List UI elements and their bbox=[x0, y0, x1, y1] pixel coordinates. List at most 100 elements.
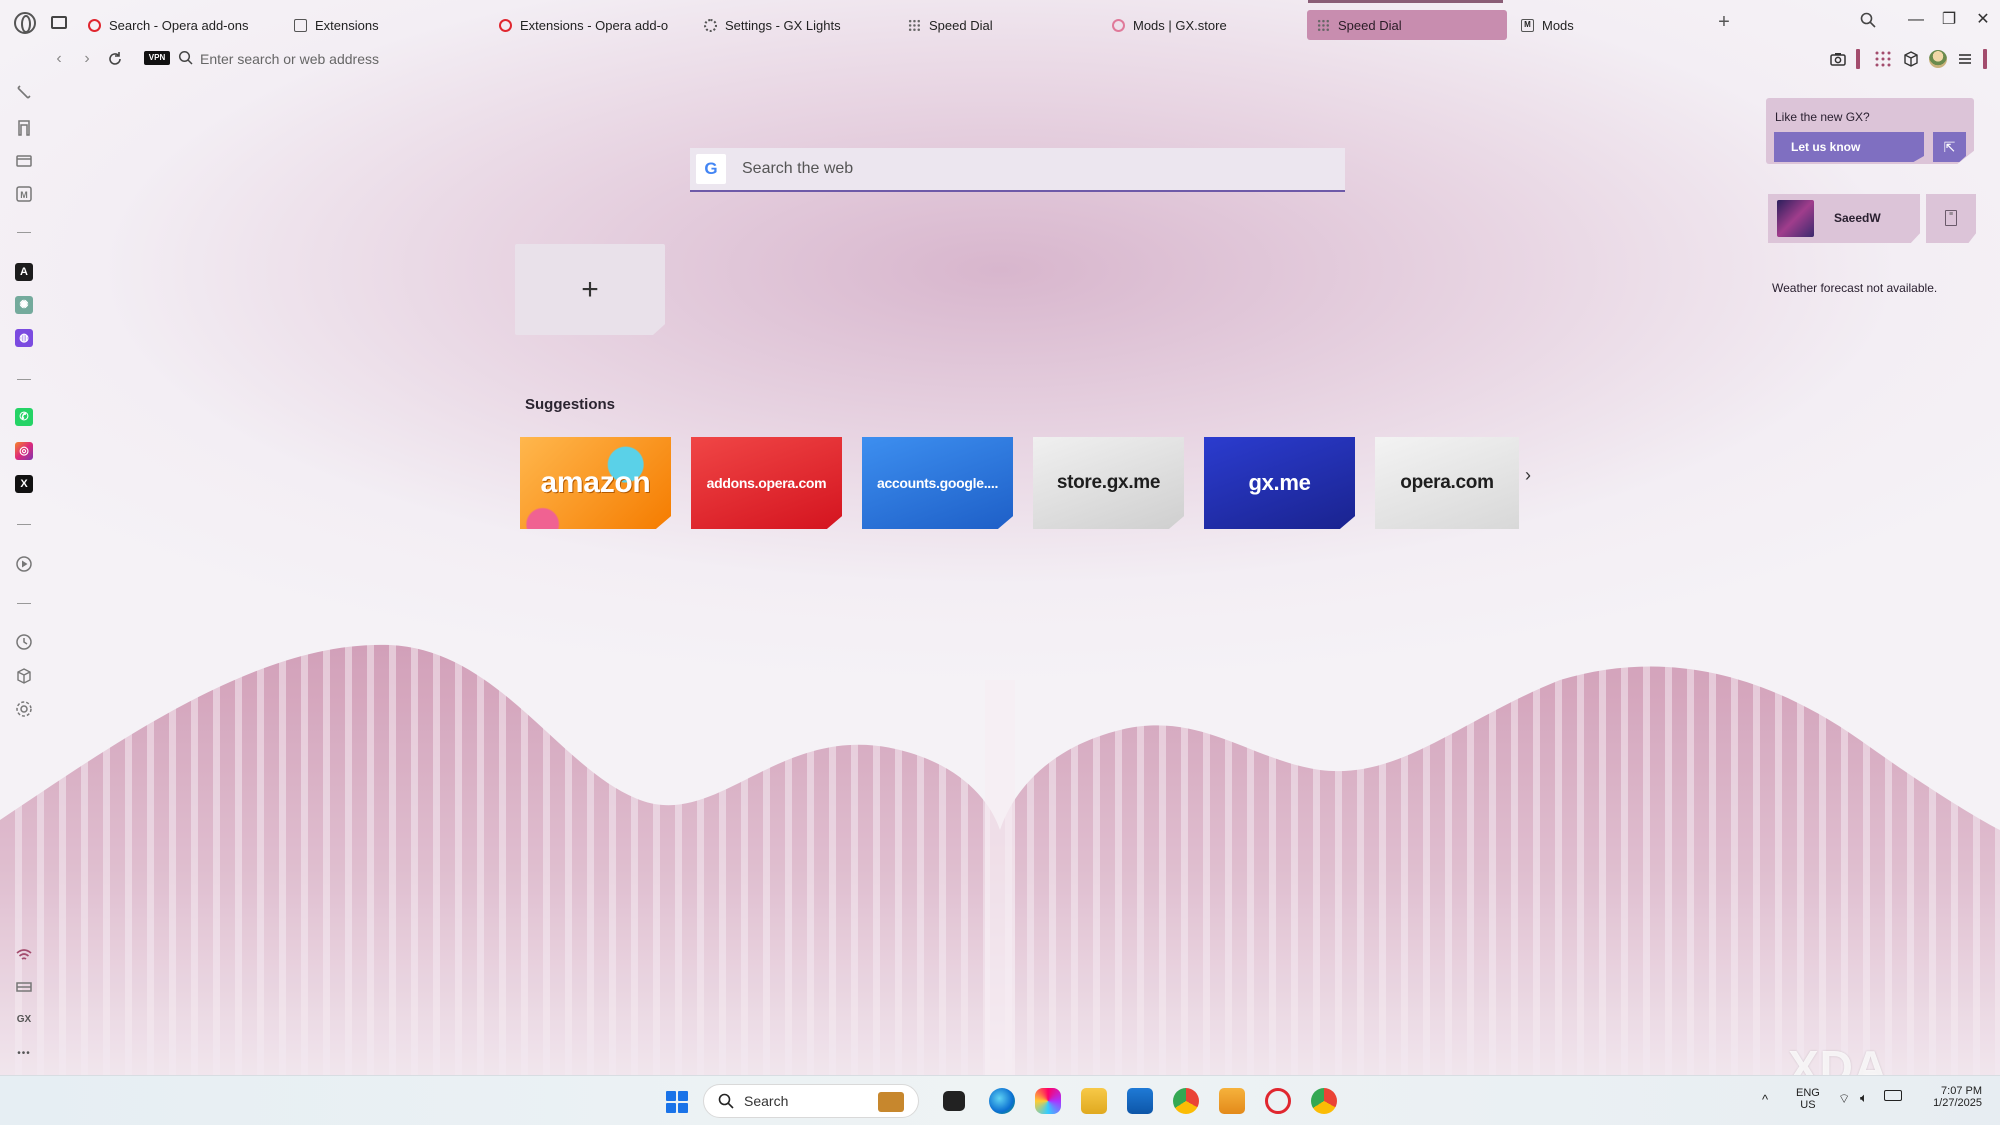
more-options-button[interactable]: ••• bbox=[14, 1043, 34, 1063]
suggestion-accounts-google[interactable]: accounts.google.... bbox=[862, 437, 1013, 529]
suggestions-next-chevron-icon[interactable]: › bbox=[1520, 465, 1536, 485]
media-player-icon[interactable] bbox=[1219, 1088, 1245, 1114]
suggestion-gx-me[interactable]: gx.me bbox=[1204, 437, 1355, 529]
tab-mods-gx-store[interactable]: Mods | GX.store bbox=[1112, 14, 1227, 36]
opera-gx-logo-icon[interactable] bbox=[14, 12, 36, 34]
tab-label: Extensions - Opera add-o bbox=[520, 17, 669, 33]
forward-button[interactable]: › bbox=[78, 50, 96, 68]
suggestion-addons-opera[interactable]: addons.opera.com bbox=[691, 437, 842, 529]
tab-search-opera-addons[interactable]: Search - Opera add-ons bbox=[88, 14, 248, 36]
address-input[interactable] bbox=[200, 48, 800, 70]
suggestion-label: addons.opera.com bbox=[706, 475, 827, 491]
edge-icon[interactable] bbox=[989, 1088, 1015, 1114]
tab-speed-dial-active[interactable]: Speed Dial bbox=[1307, 10, 1507, 40]
mods-icon: M bbox=[1521, 18, 1534, 32]
sidebar-item-instagram[interactable]: ◎ bbox=[14, 441, 34, 461]
feedback-card: Like the new GX? Let us know ⇱ bbox=[1766, 98, 1974, 164]
web-search-input[interactable] bbox=[742, 160, 1345, 178]
google-logo-icon[interactable]: G bbox=[696, 154, 726, 184]
taskbar-search-input[interactable] bbox=[744, 1093, 854, 1109]
tab-label: Mods bbox=[1542, 17, 1574, 33]
suggestion-label: opera.com bbox=[1400, 472, 1494, 493]
instagram-icon: ◎ bbox=[15, 442, 33, 460]
volume-icon[interactable]: 🔈︎ bbox=[1860, 1090, 1868, 1106]
copilot-icon[interactable] bbox=[1035, 1088, 1061, 1114]
new-tab-button[interactable]: + bbox=[1716, 12, 1732, 32]
menu-icon[interactable] bbox=[1956, 50, 1974, 68]
sidebar-item-aria[interactable]: A bbox=[14, 262, 34, 282]
sidebar-item-whatsapp[interactable]: ✆ bbox=[14, 407, 34, 427]
player-icon[interactable] bbox=[14, 554, 34, 574]
suggestion-label: amazon bbox=[540, 466, 651, 499]
close-button[interactable]: ✕ bbox=[1971, 8, 1995, 32]
snapshot-icon[interactable] bbox=[1829, 50, 1847, 68]
chrome-icon[interactable] bbox=[1173, 1088, 1199, 1114]
easy-setup-icon[interactable] bbox=[1874, 50, 1892, 68]
messenger-icon: ◍ bbox=[15, 329, 33, 347]
bookmark-icon[interactable] bbox=[14, 118, 34, 138]
suggestion-store-gx[interactable]: store.gx.me bbox=[1033, 437, 1184, 529]
aria-icon: A bbox=[15, 263, 33, 281]
opera-gx-taskbar-icon[interactable] bbox=[1265, 1088, 1291, 1114]
svg-text:M: M bbox=[20, 190, 28, 200]
network-limiter-icon[interactable] bbox=[14, 945, 34, 965]
windows-start-icon[interactable] bbox=[666, 1091, 688, 1113]
let-us-know-button[interactable]: Let us know bbox=[1774, 132, 1924, 162]
back-button[interactable]: ‹ bbox=[50, 50, 68, 68]
user-card-side-button[interactable]: ≡ bbox=[1926, 194, 1976, 243]
suggestions-heading: Suggestions bbox=[525, 396, 616, 413]
tab-island-icon[interactable] bbox=[14, 151, 34, 171]
sidebar-item-x[interactable]: X bbox=[14, 474, 34, 494]
extensions-icon[interactable] bbox=[14, 666, 34, 686]
ram-limiter-icon[interactable] bbox=[14, 977, 34, 997]
suggestion-label: accounts.google.... bbox=[876, 475, 999, 491]
gx-corner-button[interactable]: GX bbox=[14, 1009, 34, 1029]
tab-settings-gx-lights[interactable]: Settings - GX Lights bbox=[704, 14, 841, 36]
clock[interactable]: 7:07 PM 1/27/2025 bbox=[1912, 1085, 1982, 1109]
chrome-profile-icon[interactable] bbox=[1311, 1088, 1337, 1114]
profile-avatar[interactable] bbox=[1929, 50, 1947, 68]
suggestion-amazon[interactable]: amazon bbox=[520, 437, 671, 529]
sidebar-separator bbox=[17, 603, 31, 604]
reload-icon[interactable] bbox=[106, 50, 124, 68]
restore-button[interactable]: ❐ bbox=[1937, 8, 1961, 32]
extensions-cube-icon[interactable] bbox=[1902, 50, 1920, 68]
taskbar-search[interactable] bbox=[703, 1084, 919, 1118]
user-profile-card[interactable]: SaeedW bbox=[1768, 194, 1920, 243]
tab-extensions[interactable]: Extensions bbox=[294, 14, 379, 36]
suggestion-opera-com[interactable]: opera.com bbox=[1375, 437, 1519, 529]
tab-mods[interactable]: M Mods bbox=[1521, 14, 1574, 36]
wave-decoration bbox=[0, 644, 2000, 1075]
wifi-icon[interactable]: ⌔ bbox=[1838, 1091, 1850, 1107]
feedback-share-button[interactable]: ⇱ bbox=[1933, 132, 1966, 162]
history-icon[interactable] bbox=[14, 632, 34, 652]
sidebar-item-chatgpt[interactable]: ✺ bbox=[14, 295, 34, 315]
microsoft-store-icon[interactable] bbox=[1127, 1088, 1153, 1114]
battery-icon[interactable] bbox=[1884, 1090, 1902, 1101]
language-code: ENG bbox=[1796, 1087, 1820, 1099]
minimize-button[interactable]: — bbox=[1904, 8, 1928, 32]
opera-icon bbox=[499, 18, 512, 32]
file-explorer-icon[interactable] bbox=[1081, 1088, 1107, 1114]
language-indicator[interactable]: ENG US bbox=[1796, 1087, 1820, 1111]
vpn-badge[interactable]: VPN bbox=[144, 51, 170, 65]
clock-time: 7:07 PM bbox=[1941, 1085, 1982, 1097]
weather-status: Weather forecast not available. bbox=[1772, 281, 1938, 295]
task-view-icon[interactable] bbox=[943, 1091, 965, 1111]
speed-dial-icon bbox=[1317, 18, 1330, 32]
user-avatar bbox=[1777, 200, 1814, 237]
user-name: SaeedW bbox=[1834, 211, 1881, 225]
tab-search-icon[interactable] bbox=[1860, 12, 1876, 28]
region-code: US bbox=[1800, 1099, 1816, 1111]
tab-speed-dial[interactable]: Speed Dial bbox=[908, 14, 993, 36]
sidebar-item-messenger[interactable]: ◍ bbox=[14, 328, 34, 348]
mods-icon[interactable]: M bbox=[14, 184, 34, 204]
search-icon bbox=[178, 50, 193, 65]
add-speed-dial-button[interactable]: + bbox=[515, 244, 665, 335]
tab-extensions-opera-addons[interactable]: Extensions - Opera add-o bbox=[499, 14, 668, 36]
workspaces-icon[interactable] bbox=[51, 16, 67, 29]
windows-taskbar: ^ ENG US ⌔ 🔈︎ 7:07 PM 1/27/2025 bbox=[0, 1075, 2000, 1125]
settings-gear-icon[interactable] bbox=[14, 699, 34, 719]
tray-overflow-chevron-icon[interactable]: ^ bbox=[1762, 1092, 1768, 1107]
gx-control-icon[interactable] bbox=[14, 84, 34, 104]
